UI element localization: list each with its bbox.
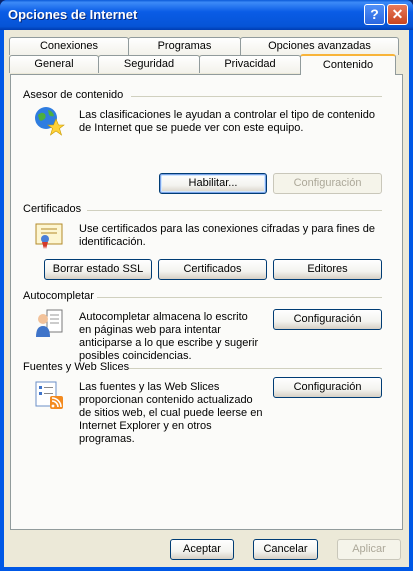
close-button[interactable]: ✕ [387, 4, 408, 25]
tab-conexiones[interactable]: Conexiones [9, 37, 129, 55]
window-title: Opciones de Internet [8, 7, 138, 22]
tab-seguridad[interactable]: Seguridad [98, 55, 200, 73]
publishers-button[interactable]: Editores [273, 259, 382, 280]
certificates-description: Use certificados para las conexiones cif… [79, 223, 375, 248]
enable-content-advisor-button[interactable]: Habilitar... [159, 173, 267, 194]
title-bar[interactable]: Opciones de Internet ? ✕ [0, 0, 413, 30]
tab-programas[interactable]: Programas [128, 37, 241, 55]
content-advisor-description: Las clasificaciones le ayudan a controla… [79, 109, 375, 134]
feeds-heading: Fuentes y Web Slices [23, 361, 130, 373]
certificates-heading: Certificados [23, 203, 82, 215]
cancel-button[interactable]: Cancelar [253, 539, 318, 560]
tab-privacidad[interactable]: Privacidad [199, 55, 301, 73]
tab-contenido[interactable]: Contenido [300, 54, 396, 75]
certificate-icon [35, 223, 63, 249]
apply-button[interactable]: Aplicar [337, 539, 401, 560]
internet-options-window: Opciones de Internet ? ✕ Conexiones Prog… [0, 0, 413, 571]
autocomplete-person-icon [36, 309, 63, 337]
globe-star-icon [35, 107, 65, 136]
ok-button[interactable]: Aceptar [170, 539, 234, 560]
feeds-divider [129, 368, 382, 369]
certificates-divider [87, 210, 382, 211]
content-advisor-divider [131, 96, 382, 97]
autocomplete-divider [97, 297, 382, 298]
tab-general[interactable]: General [9, 55, 99, 73]
dialog-body: Conexiones Programas Opciones avanzadas … [4, 30, 409, 567]
content-advisor-settings-button[interactable]: Configuración [273, 173, 382, 194]
tab-panel-contenido: Asesor de contenido Las clasificaciones … [10, 74, 403, 530]
help-button[interactable]: ? [364, 4, 385, 25]
feed-rss-icon [35, 381, 63, 409]
certificates-button[interactable]: Certificados [158, 259, 267, 280]
autocomplete-settings-button[interactable]: Configuración [273, 309, 382, 330]
content-advisor-heading: Asesor de contenido [23, 89, 124, 101]
autocomplete-heading: Autocompletar [23, 290, 94, 302]
feeds-settings-button[interactable]: Configuración [273, 377, 382, 398]
tab-opciones-avanzadas[interactable]: Opciones avanzadas [240, 37, 399, 55]
feeds-description: Las fuentes y las Web Slices proporciona… [79, 381, 263, 445]
clear-ssl-state-button[interactable]: Borrar estado SSL [44, 259, 152, 280]
autocomplete-description: Autocompletar almacena lo escrito en pág… [79, 311, 259, 362]
